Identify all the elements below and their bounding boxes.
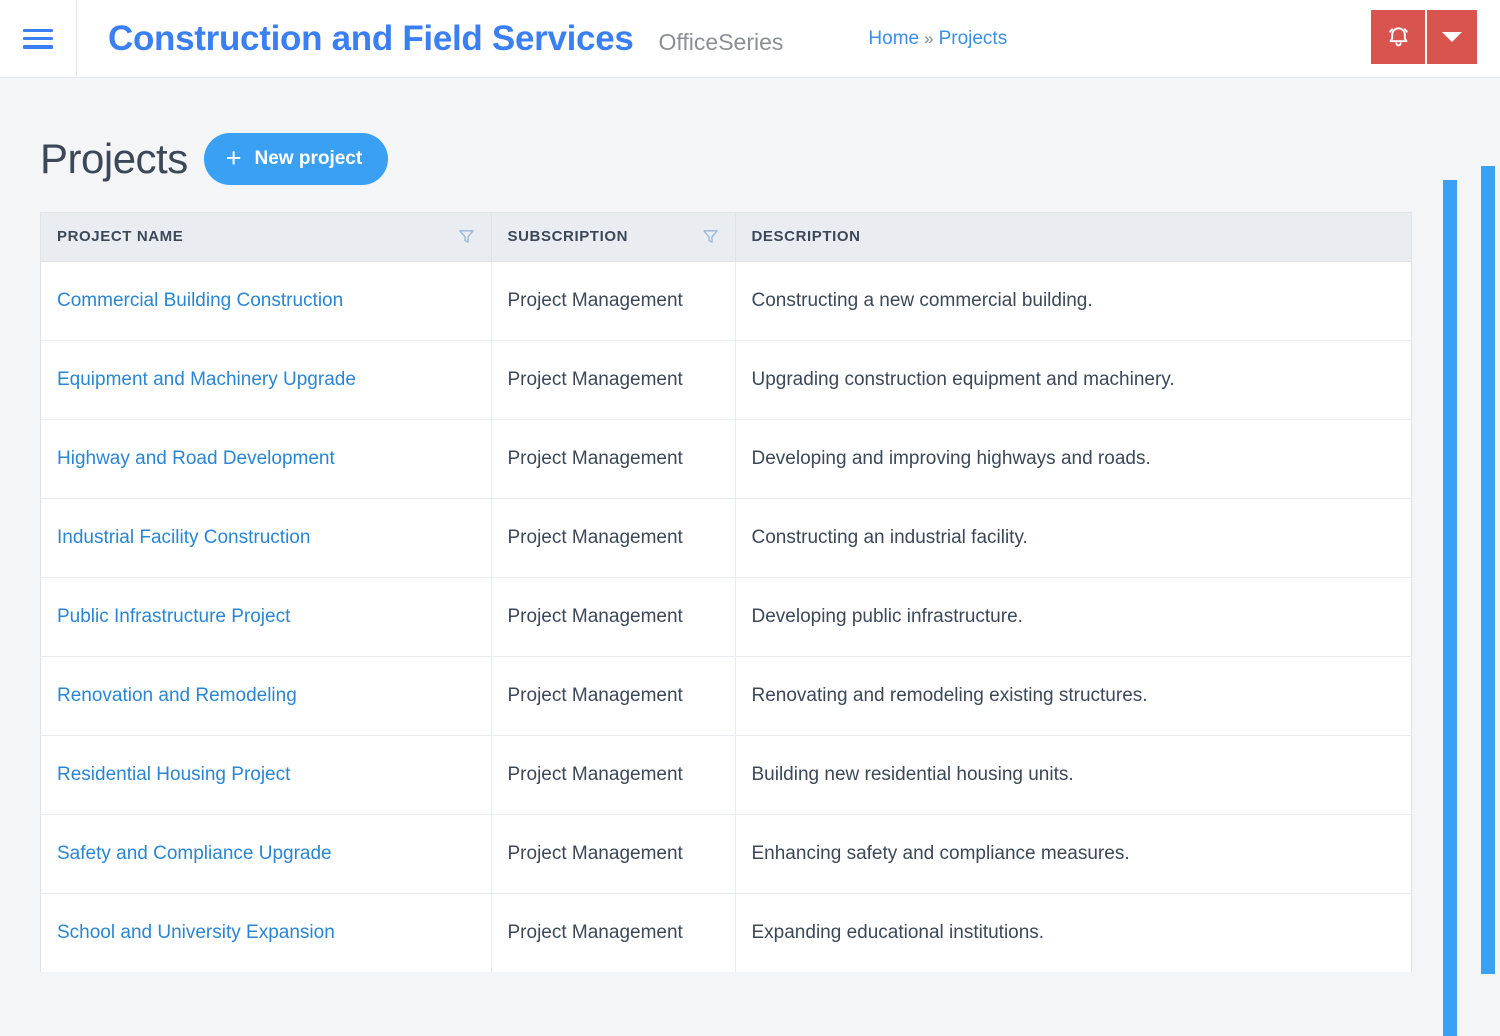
filter-funnel-icon-project-name[interactable] <box>458 228 475 245</box>
cell-description: Expanding educational institutions. <box>751 921 1045 943</box>
cell-description: Upgrading construction equipment and mac… <box>735 340 1411 420</box>
cell-description: Developing and improving highways and ro… <box>735 419 1411 499</box>
table-row: Public Infrastructure Project Project Man… <box>41 577 1411 657</box>
plus-icon: + <box>225 142 242 173</box>
chevron-down-icon <box>1442 32 1462 42</box>
cell-project-name: Renovation and Remodeling <box>41 656 492 736</box>
table-row: Industrial Facility Construction Project … <box>41 498 1411 578</box>
hamburger-menu-icon <box>23 28 53 49</box>
cell-project-name: Residential Housing Project <box>41 735 492 815</box>
cell-project-name: Equipment and Machinery Upgrade <box>41 340 492 420</box>
inner-content-scrollbar[interactable] <box>1443 180 1457 1036</box>
cell-description: Renovating and remodeling existing struc… <box>735 656 1411 736</box>
breadcrumb-home-link[interactable]: Home <box>868 28 919 50</box>
new-project-button-label: New project <box>254 148 363 169</box>
table-row: Highway and Road Development Project Mana… <box>41 419 1411 499</box>
header-dropdown-button[interactable] <box>1427 10 1477 64</box>
cell-description: Enhancing safety and compliance measures… <box>735 814 1411 894</box>
cell-subscription: Project Management <box>491 893 736 972</box>
table-row: School and University Expansion Project M… <box>41 893 1411 972</box>
cell-description: Developing public infrastructure. <box>735 577 1411 657</box>
project-name-link[interactable]: Commercial Building Construction <box>57 290 343 311</box>
column-header-project-name[interactable]: PROJECT NAME <box>41 213 492 262</box>
cell-subscription: Project Management <box>491 656 736 736</box>
cell-project-name: School and University Expansion <box>41 893 492 972</box>
cell-project-name: Highway and Road Development <box>41 419 492 499</box>
page-scrollbar[interactable] <box>1481 166 1495 974</box>
cell-subscription: Project Management <box>491 261 736 341</box>
new-project-button[interactable]: + New project <box>203 133 389 185</box>
project-name-link[interactable]: Residential Housing Project <box>57 764 290 785</box>
project-name-link[interactable]: Equipment and Machinery Upgrade <box>57 369 356 390</box>
project-name-link[interactable]: Industrial Facility Construction <box>57 527 310 548</box>
inner-content-scrollbar-thumb[interactable] <box>1443 180 1457 1036</box>
project-name-link[interactable]: School and University Expansion <box>57 922 335 943</box>
cell-project-name: Public Infrastructure Project <box>41 577 492 657</box>
project-name-link[interactable]: Renovation and Remodeling <box>57 685 297 706</box>
page-content: Projects + New project PROJECT NAME SUBS… <box>0 78 1500 1036</box>
top-header-bar: Construction and Field Services OfficeSe… <box>0 0 1500 78</box>
breadcrumb-projects-link[interactable]: Projects <box>939 28 1008 50</box>
table-row: Commercial Building Construction Project … <box>41 261 1411 341</box>
column-header-description-label: DESCRIPTION <box>751 228 861 246</box>
column-header-subscription[interactable]: SUBSCRIPTION <box>491 213 736 262</box>
cell-description: Constructing a new commercial building. <box>735 261 1411 341</box>
cell-project-name: Commercial Building Construction <box>41 261 492 341</box>
brand-block: Construction and Field Services OfficeSe… <box>77 19 783 59</box>
column-header-subscription-label: SUBSCRIPTION <box>507 228 629 246</box>
projects-table-container: PROJECT NAME SUBSCRIPTION DESCRIPTION Co… <box>40 212 1412 972</box>
table-row: Renovation and Remodeling Project Managem… <box>41 656 1411 736</box>
project-name-link[interactable]: Safety and Compliance Upgrade <box>57 843 332 864</box>
cell-description: Constructing an industrial facility. <box>735 498 1411 578</box>
breadcrumb: Home » Projects <box>868 28 1007 50</box>
page-header-row: Projects + New project <box>0 78 1500 185</box>
table-header-row: PROJECT NAME SUBSCRIPTION DESCRIPTION <box>41 213 1411 262</box>
app-title: Construction and Field Services <box>108 18 634 58</box>
project-name-link[interactable]: Highway and Road Development <box>57 448 335 469</box>
cell-project-name: Industrial Facility Construction <box>41 498 492 578</box>
table-row: Equipment and Machinery Upgrade Project M… <box>41 340 1411 420</box>
column-header-description[interactable]: DESCRIPTION <box>735 213 1411 262</box>
app-suite-label: OfficeSeries <box>658 28 784 55</box>
breadcrumb-separator: » <box>924 28 934 48</box>
cell-description: Building new residential housing units. <box>735 735 1411 815</box>
column-header-project-name-label: PROJECT NAME <box>57 228 184 246</box>
cell-subscription: Project Management <box>491 498 736 578</box>
header-action-group <box>1371 10 1477 64</box>
cell-subscription: Project Management <box>491 577 736 657</box>
cell-project-name: Safety and Compliance Upgrade <box>41 814 492 894</box>
project-name-link[interactable]: Public Infrastructure Project <box>57 606 290 627</box>
page-title: Projects <box>40 135 188 182</box>
alarm-notifications-button[interactable] <box>1371 10 1425 64</box>
table-row: Safety and Compliance Upgrade Project Man… <box>41 814 1411 894</box>
cell-subscription: Project Management <box>491 735 736 815</box>
filter-funnel-icon-subscription[interactable] <box>702 228 719 245</box>
projects-table-header: PROJECT NAME SUBSCRIPTION DESCRIPTION <box>41 213 1411 262</box>
alarm-bell-icon <box>1388 27 1408 47</box>
hamburger-menu-button[interactable] <box>0 0 77 78</box>
projects-table: PROJECT NAME SUBSCRIPTION DESCRIPTION Co… <box>41 213 1411 972</box>
page-scrollbar-thumb[interactable] <box>1481 166 1495 974</box>
projects-table-body: Commercial Building Construction Project … <box>41 261 1411 972</box>
cell-subscription: Project Management <box>491 340 736 420</box>
cell-subscription: Project Management <box>491 419 736 499</box>
cell-subscription: Project Management <box>491 814 736 894</box>
table-row: Residential Housing Project Project Manag… <box>41 735 1411 815</box>
